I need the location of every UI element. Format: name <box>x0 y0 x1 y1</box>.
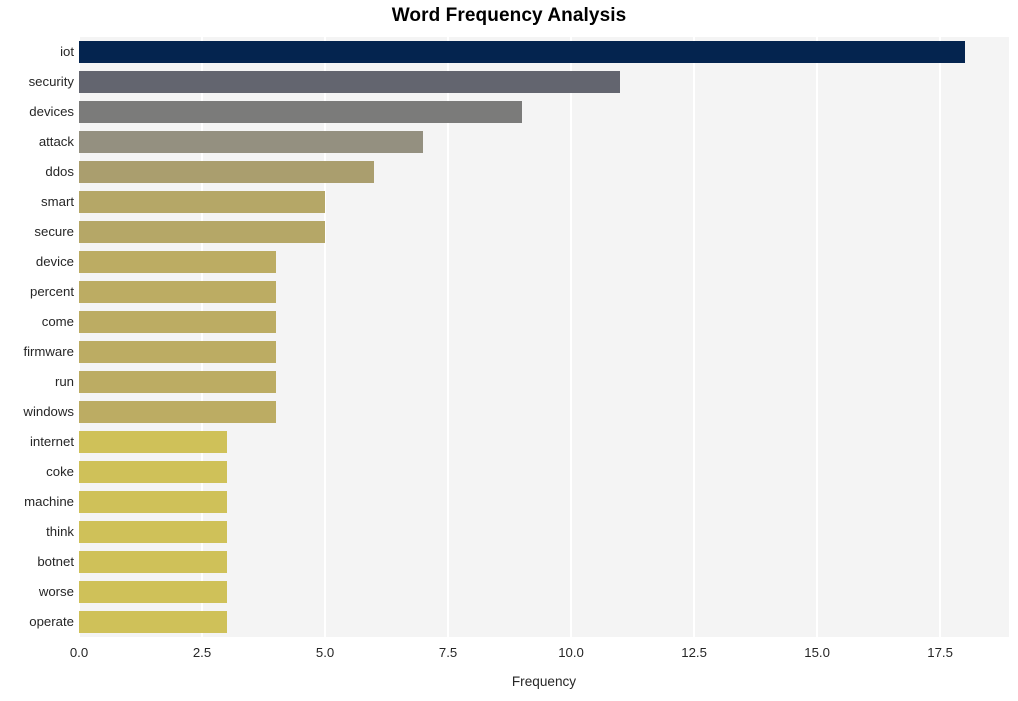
bar-ddos <box>79 161 375 183</box>
gridline-vertical <box>201 37 203 637</box>
bar-windows <box>79 401 276 423</box>
gridline-vertical <box>816 37 818 637</box>
gridline-vertical <box>79 37 80 637</box>
bar-machine <box>79 491 227 513</box>
gridline-vertical <box>324 37 326 637</box>
bar-worse <box>79 581 227 603</box>
y-tick-label-attack: attack <box>38 134 74 149</box>
chart-title: Word Frequency Analysis <box>391 5 627 26</box>
bar-iot <box>79 41 965 63</box>
bar-come <box>79 311 276 333</box>
y-tick-label-think: think <box>46 524 74 539</box>
x-tick-label-15.0: 15.0 <box>804 645 830 660</box>
bar-internet <box>79 431 227 453</box>
y-tick-label-coke: coke <box>46 464 74 479</box>
bar-think <box>79 521 227 543</box>
bar-botnet <box>79 551 227 573</box>
x-tick-label-2.5: 2.5 <box>192 645 212 660</box>
y-tick-label-device: device <box>35 254 74 269</box>
y-tick-label-operate: operate <box>29 614 74 629</box>
x-tick-label-0.0: 0.0 <box>69 645 89 660</box>
gridline-vertical <box>570 37 572 637</box>
y-tick-label-secure: secure <box>34 224 74 239</box>
y-tick-label-run: run <box>54 374 74 389</box>
gridline-vertical <box>693 37 695 637</box>
y-tick-label-internet: internet <box>30 434 74 449</box>
bar-run <box>79 371 276 393</box>
y-tick-label-devices: devices <box>29 104 74 119</box>
bar-firmware <box>79 341 276 363</box>
bar-devices <box>79 101 522 123</box>
x-tick-label-12.5: 12.5 <box>681 645 707 660</box>
y-tick-label-ddos: ddos <box>45 164 74 179</box>
y-tick-label-smart: smart <box>41 194 74 209</box>
y-tick-label-firmware: firmware <box>23 344 74 359</box>
y-tick-label-percent: percent <box>30 284 74 299</box>
y-tick-label-worse: worse <box>38 584 74 599</box>
bar-security <box>79 71 621 93</box>
y-tick-label-iot: iot <box>60 44 74 59</box>
bar-coke <box>79 461 227 483</box>
gridline-vertical <box>447 37 449 637</box>
y-tick-label-windows: windows <box>23 404 74 419</box>
plot-area <box>79 37 1009 637</box>
x-tick-label-7.5: 7.5 <box>438 645 458 660</box>
gridline-vertical <box>939 37 941 637</box>
bar-secure <box>79 221 326 243</box>
x-tick-label-17.5: 17.5 <box>927 645 953 660</box>
chart-figure: Word Frequency Analysis iot security devic… <box>0 0 1018 701</box>
x-tick-label-5.0: 5.0 <box>315 645 335 660</box>
x-tick-label-10.0: 10.0 <box>558 645 584 660</box>
x-axis-label: Frequency <box>511 674 577 689</box>
bar-attack <box>79 131 424 153</box>
y-tick-label-machine: machine <box>24 494 74 509</box>
y-tick-label-come: come <box>41 314 74 329</box>
bar-operate <box>79 611 227 633</box>
bar-smart <box>79 191 326 213</box>
bar-device <box>79 251 276 273</box>
y-tick-label-security: security <box>28 74 74 89</box>
y-tick-label-botnet: botnet <box>37 554 74 569</box>
bar-percent <box>79 281 276 303</box>
